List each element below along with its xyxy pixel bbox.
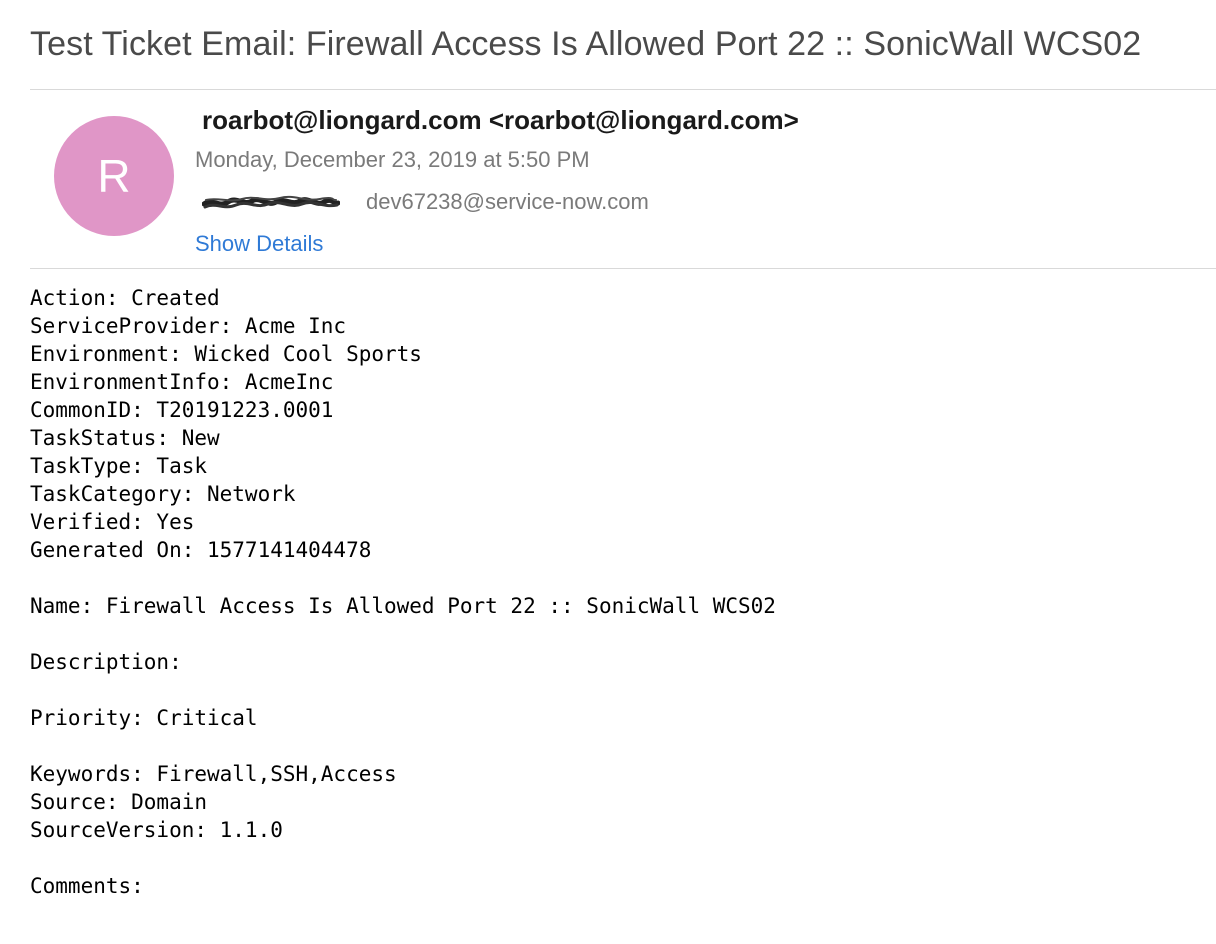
body-line: Comments: xyxy=(30,874,144,898)
header-divider xyxy=(30,89,1216,90)
body-line: Name: Firewall Access Is Allowed Port 22… xyxy=(30,594,776,618)
body-line: Priority: Critical xyxy=(30,706,258,730)
body-line: SourceVersion: 1.1.0 xyxy=(30,818,283,842)
body-line: TaskType: Task xyxy=(30,454,208,478)
body-line: Verified: Yes xyxy=(30,510,195,534)
sender-avatar: R xyxy=(54,116,174,236)
recipients-line: dev67238@service-now.com xyxy=(202,187,649,217)
body-line: TaskCategory: Network xyxy=(30,482,296,506)
sent-date: Monday, December 23, 2019 at 5:50 PM xyxy=(195,147,590,172)
sender-address[interactable]: roarbot@liongard.com <roarbot@liongard.c… xyxy=(202,102,799,138)
show-details-link[interactable]: Show Details xyxy=(195,229,323,259)
recipient-email[interactable]: dev67238@service-now.com xyxy=(366,189,649,214)
body-line: Description: xyxy=(30,650,182,674)
body-line xyxy=(30,732,776,760)
body-line: CommonID: T20191223.0001 xyxy=(30,398,334,422)
body-line xyxy=(30,844,776,872)
body-divider xyxy=(30,268,1216,269)
body-line xyxy=(30,676,776,704)
body-line: Environment: Wicked Cool Sports xyxy=(30,342,422,366)
body-line xyxy=(30,620,776,648)
body-line: Keywords: Firewall,SSH,Access xyxy=(30,762,397,786)
body-line: Source: Domain xyxy=(30,790,208,814)
email-body: Action: Created ServiceProvider: Acme Inc… xyxy=(30,284,776,900)
body-line: ServiceProvider: Acme Inc xyxy=(30,314,347,338)
email-subject: Test Ticket Email: Firewall Access Is Al… xyxy=(30,25,1142,63)
body-line: TaskStatus: New xyxy=(30,426,220,450)
body-line: Action: Created xyxy=(30,286,220,310)
redacted-recipient-scribble xyxy=(202,192,340,214)
body-line xyxy=(30,564,776,592)
body-line: EnvironmentInfo: AcmeInc xyxy=(30,370,334,394)
body-line: Generated On: 1577141404478 xyxy=(30,538,372,562)
